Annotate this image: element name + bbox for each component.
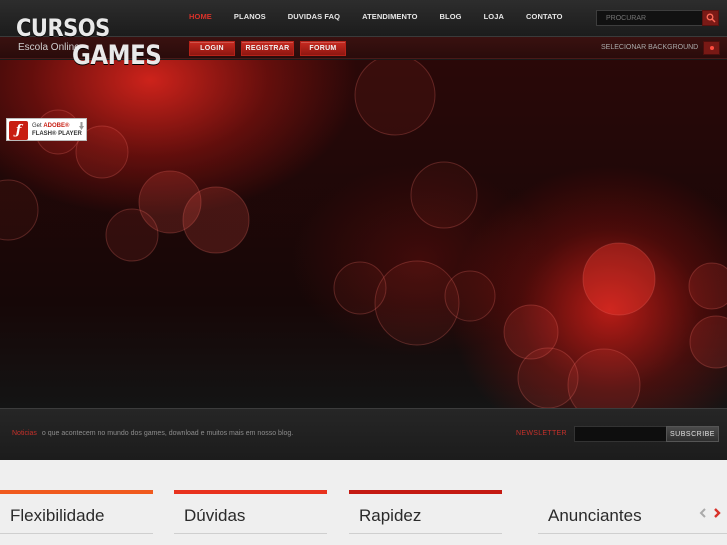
nav-item-home[interactable]: HOME [178, 12, 223, 21]
nav-item-duvidas-faq[interactable]: DUVIDAS FAQ [277, 12, 351, 21]
flash-logo-icon: ƒ [9, 121, 28, 140]
dot-icon [710, 46, 714, 50]
background-selector-label: SELECIONAR BACKGROUND [601, 44, 699, 51]
main-nav: HOME PLANOS DUVIDAS FAQ ATENDIMENTO BLOG… [178, 12, 574, 21]
search-box [596, 10, 719, 26]
subscribe-button[interactable]: SUBSCRIBE [666, 426, 719, 442]
features-section: Flexibilidade Dúvidas Rapidez Anunciante… [0, 460, 727, 545]
logo-line1: CURSOS [16, 14, 110, 42]
news-keyword-link[interactable]: Noticias [12, 430, 37, 437]
search-input[interactable] [596, 10, 702, 26]
carousel-controls [697, 507, 725, 519]
newsletter-label: NEWSLETTER [516, 430, 567, 437]
page: CURSOS Escola Online GAMES HOME PLANOS D… [0, 0, 727, 545]
chevron-right-icon[interactable] [711, 507, 723, 519]
divider [174, 533, 327, 534]
logo-subtitle: Escola Online [18, 42, 80, 53]
account-buttons: LOGIN REGISTRAR FORUM [189, 41, 352, 56]
forum-button[interactable]: FORUM [300, 41, 346, 56]
feature-title: Dúvidas [184, 506, 246, 525]
info-strip: Noticias o que acontecem no mundo dos ga… [0, 408, 727, 460]
divider [538, 533, 727, 534]
nav-item-contato[interactable]: CONTATO [515, 12, 574, 21]
search-icon [706, 13, 716, 23]
flash-badge-line2: FLASH® PLAYER [32, 131, 82, 137]
divider [0, 533, 153, 534]
feature-flexibilidade[interactable]: Flexibilidade [0, 490, 153, 545]
nav-item-loja[interactable]: LOJA [473, 12, 515, 21]
feature-duvidas[interactable]: Dúvidas [174, 490, 327, 545]
divider [349, 533, 502, 534]
search-button[interactable] [702, 10, 719, 26]
download-arrow-icon [79, 122, 84, 130]
newsletter-email-input[interactable] [574, 426, 666, 442]
news-text: Noticias o que acontecem no mundo dos ga… [12, 430, 293, 437]
hero-banner: ƒ Get ADOBE® FLASH® PLAYER [0, 60, 727, 408]
chevron-left-icon[interactable] [697, 507, 709, 519]
feature-rapidez[interactable]: Rapidez [349, 490, 502, 545]
nav-item-planos[interactable]: PLANOS [223, 12, 277, 21]
bokeh-background [0, 60, 727, 408]
nav-item-blog[interactable]: BLOG [429, 12, 473, 21]
register-button[interactable]: REGISTRAR [241, 41, 294, 56]
news-description: o que acontecem no mundo dos games, down… [41, 430, 294, 437]
background-selector-button[interactable] [703, 41, 720, 55]
site-logo[interactable]: CURSOS Escola Online GAMES [14, 14, 162, 71]
login-button[interactable]: LOGIN [189, 41, 235, 56]
flash-player-badge[interactable]: ƒ Get ADOBE® FLASH® PLAYER [6, 118, 87, 141]
feature-title: Flexibilidade [10, 506, 105, 525]
feature-title: Rapidez [359, 506, 422, 525]
logo-line2: GAMES [72, 41, 162, 71]
flash-badge-line1: Get ADOBE® [32, 123, 70, 129]
advertisers-title: Anunciantes [548, 506, 642, 525]
nav-item-atendimento[interactable]: ATENDIMENTO [351, 12, 428, 21]
